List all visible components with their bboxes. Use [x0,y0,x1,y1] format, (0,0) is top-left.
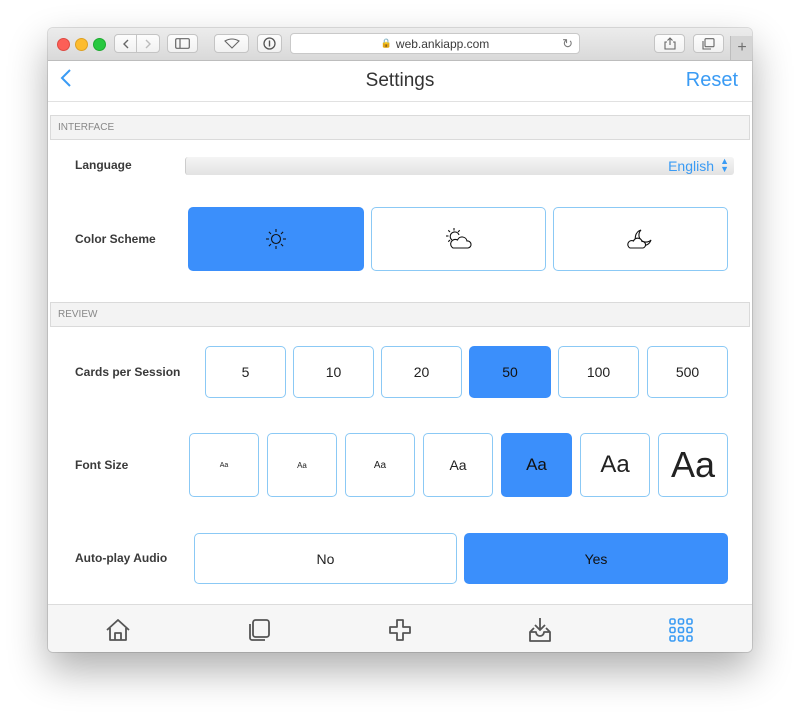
font-size-option-5[interactable]: Aa [501,433,572,497]
cards-per-session-label: Cards per Session [75,365,181,379]
font-size-label: Font Size [75,458,129,472]
address-bar[interactable]: 🔒 web.ankiapp.com ↻ [290,33,580,54]
tab-add[interactable] [387,617,413,643]
tab-download[interactable] [527,617,553,643]
sun-icon [266,229,286,249]
bottom-tab-bar [48,604,752,652]
info-circle-icon [263,37,276,50]
tabs-icon [702,37,715,50]
cards-icon [249,619,270,641]
wifi-shared-icon [223,38,240,49]
chevron-right-icon [145,39,151,48]
font-size-option-3[interactable]: Aa [345,433,415,497]
color-scheme-light-option[interactable] [188,207,364,271]
url-text: web.ankiapp.com [395,36,490,51]
cards-option-20[interactable]: 20 [381,346,462,398]
share-button[interactable] [654,34,685,53]
language-select[interactable]: English ▲ ▼ [185,157,734,175]
cards-option-500[interactable]: 500 [647,346,728,398]
add-icon [389,619,411,641]
home-icon [106,619,130,641]
reset-button[interactable]: Reset [686,69,738,92]
tab-cards[interactable] [246,617,272,643]
color-scheme-auto-option[interactable] [371,207,546,271]
font-size-option-4[interactable]: Aa [423,433,493,497]
page-title: Settings [365,70,435,91]
zoom-window-button[interactable] [93,38,106,51]
font-size-option-2[interactable]: Aa [267,433,337,497]
autoplay-no-button[interactable]: No [194,533,457,584]
tab-more[interactable] [668,617,694,643]
chevron-left-icon [122,39,128,48]
color-scheme-dark-option[interactable] [553,207,728,271]
tabs-overview-button[interactable] [693,34,724,53]
section-header-interface: INTERFACE [50,115,750,140]
cards-option-50[interactable]: 50 [469,346,551,398]
tab-home[interactable] [105,617,131,643]
cards-option-10[interactable]: 10 [293,346,374,398]
font-size-option-7[interactable]: Aa [658,433,728,497]
color-scheme-label: Color Scheme [75,232,156,246]
sun-cloud-icon [445,228,472,249]
lock-icon: 🔒 [380,38,392,48]
sidebar-icon [175,38,190,49]
font-size-option-6[interactable]: Aa [580,433,650,497]
browser-forward-button[interactable] [137,34,160,53]
browser-back-button[interactable] [114,34,137,53]
share-icon [663,37,676,50]
section-header-review: REVIEW [50,302,750,327]
cards-option-100[interactable]: 100 [558,346,639,398]
autoplay-yes-button[interactable]: Yes [464,533,728,584]
moon-cloud-icon [626,229,652,249]
select-arrows-icon: ▲ ▼ [720,156,729,174]
browser-window: 🔒 web.ankiapp.com ↻ + Settings Reset INT… [48,28,752,652]
history-nav [114,34,160,53]
shared-links-button[interactable] [214,34,249,53]
reader-button[interactable] [257,34,282,53]
close-window-button[interactable] [57,38,70,51]
language-value: English [668,158,714,174]
grid-menu-icon [669,618,693,642]
browser-toolbar: 🔒 web.ankiapp.com ↻ + [48,28,752,61]
sidebar-toggle-button[interactable] [167,34,198,53]
inbox-download-icon [529,618,551,642]
cards-option-5[interactable]: 5 [205,346,286,398]
reload-icon[interactable]: ↻ [562,36,573,52]
language-label: Language [75,158,132,172]
autoplay-audio-label: Auto-play Audio [75,551,168,565]
app-header: Settings Reset [48,61,752,102]
minimize-window-button[interactable] [75,38,88,51]
new-tab-button[interactable]: + [730,36,752,60]
font-size-option-1[interactable]: Aa [189,433,259,497]
plus-icon: + [737,39,747,56]
